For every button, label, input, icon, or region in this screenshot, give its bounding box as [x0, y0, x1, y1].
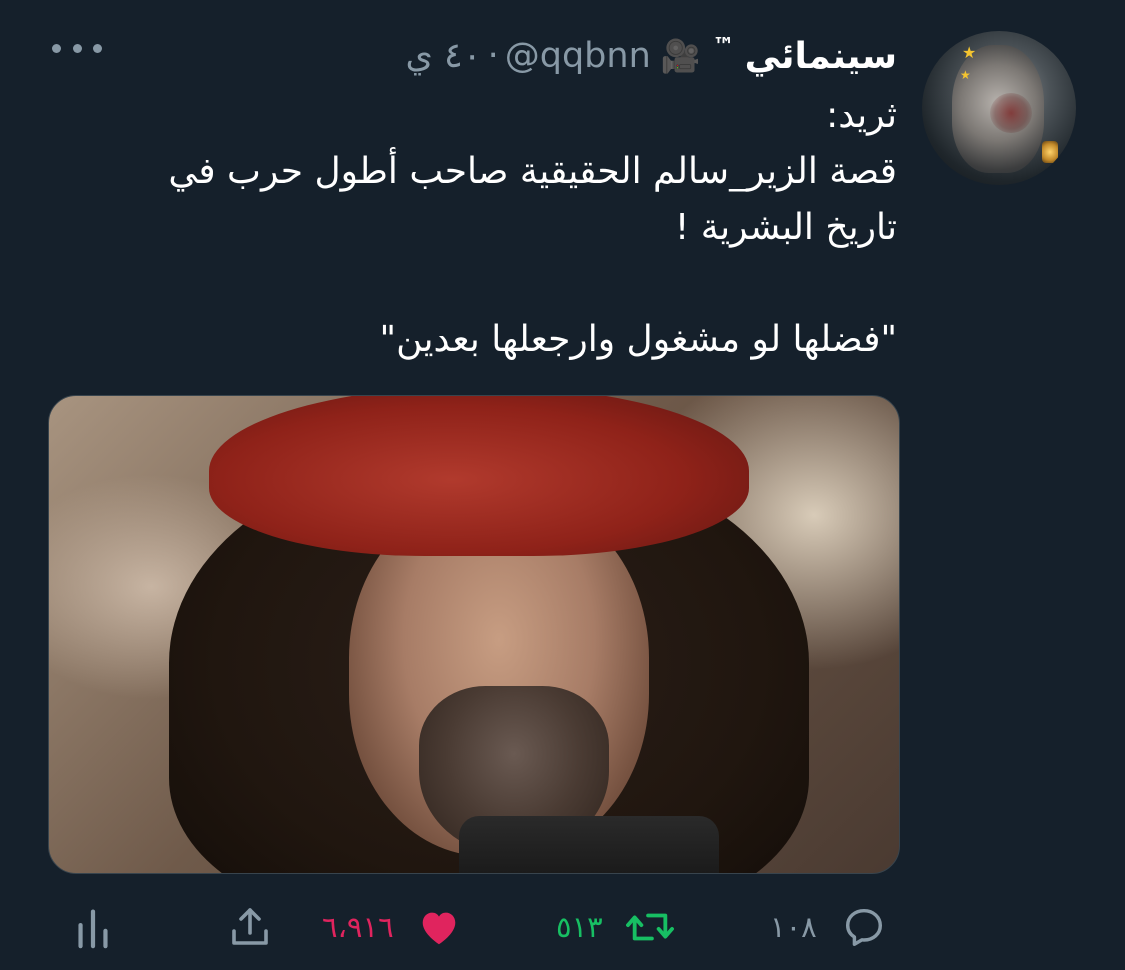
image-shirt [459, 816, 719, 873]
more-dot [52, 43, 61, 53]
analytics-icon [76, 904, 110, 950]
reply-count: ١٠٨ [770, 910, 817, 944]
reply-button[interactable]: ١٠٨ [770, 892, 887, 962]
tweet-text-line: تاريخ البشرية ! [674, 207, 897, 248]
avatar-blood [990, 93, 1032, 133]
tweet-text-line: "فضلها لو مشغول وارجعلها بعدين" [379, 319, 897, 360]
timestamp[interactable]: ٤٠ ي [405, 36, 481, 76]
retweet-icon [625, 904, 675, 950]
user-handle[interactable]: @qqbnn [505, 36, 651, 76]
tweet-text: ثريد: قصة الزير_سالم الحقيقية صاحب أطول … [47, 88, 897, 368]
like-count: ٦،٩١٦ [322, 910, 394, 944]
movie-camera-emoji: 🎥 [660, 37, 701, 75]
lantern-icon [1042, 141, 1058, 163]
like-button[interactable]: ٦،٩١٦ [322, 892, 462, 962]
avatar[interactable]: ★ ★ [922, 31, 1076, 185]
tweet[interactable]: ★ ★ سينمائي ™ 🎥 @qqbnn · ٤٠ ي ثريد: قصة … [0, 0, 1125, 970]
star-icon: ★ [962, 43, 977, 62]
share-button[interactable] [226, 892, 274, 962]
more-dot [72, 43, 82, 53]
image-headband [209, 396, 749, 556]
tweet-text-line: قصة الزير_سالم الحقيقية صاحب أطول حرب في [168, 151, 897, 192]
tweet-text-line: ثريد: [826, 95, 897, 136]
more-icon[interactable] [52, 40, 102, 56]
share-icon [226, 903, 274, 951]
retweet-button[interactable]: ٥١٣ [556, 892, 675, 962]
action-bar: ١٠٨ ٥١٣ ٦،٩١٦ [0, 892, 1125, 962]
heart-icon [416, 904, 462, 950]
more-dot [93, 43, 102, 53]
tweet-image[interactable] [48, 395, 900, 874]
tweet-header: سينمائي ™ 🎥 @qqbnn · ٤٠ ي [405, 28, 897, 84]
display-name[interactable]: سينمائي [745, 36, 897, 77]
retweet-count: ٥١٣ [556, 910, 603, 944]
star-icon: ★ [960, 68, 971, 82]
trademark-symbol: ™ [712, 33, 735, 59]
separator-dot: · [487, 36, 499, 76]
reply-icon [841, 904, 887, 950]
analytics-button[interactable] [76, 892, 110, 962]
